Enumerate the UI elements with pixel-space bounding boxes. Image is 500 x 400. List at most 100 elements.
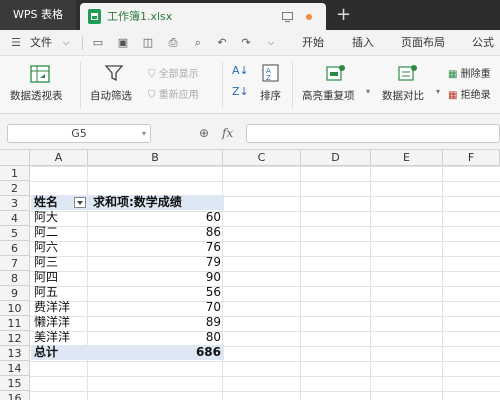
print-preview-icon[interactable]: ⌕ [192, 37, 204, 49]
row-header-13[interactable]: 13 [0, 346, 30, 361]
show-all-button[interactable]: ⛉ 全部显示 [148, 65, 199, 80]
column-header-f[interactable]: F [443, 150, 500, 166]
reject-entry-label: 拒绝录 [460, 90, 491, 101]
remove-duplicates-button[interactable]: ▦ 删除重 [448, 65, 491, 80]
pivot-score-cell[interactable]: 79 [93, 255, 221, 270]
pivot-score-cell[interactable]: 90 [93, 270, 221, 285]
column-header-a[interactable]: A [30, 150, 88, 166]
row-header-7[interactable]: 7 [0, 256, 30, 271]
pivot-name-cell[interactable]: 阿大 [34, 210, 58, 225]
formula-input[interactable] [246, 124, 500, 143]
quick-access-dropdown-icon[interactable]: ⌵ [265, 37, 277, 49]
pivot-table-icon [30, 65, 50, 83]
row-header-14[interactable]: 14 [0, 361, 30, 376]
name-box[interactable]: G5 ▾ [7, 124, 151, 143]
pivot-score-cell[interactable]: 89 [93, 315, 221, 330]
highlight-duplicates-icon [326, 65, 345, 81]
row-header-1[interactable]: 1 [0, 166, 30, 181]
row-header-10[interactable]: 10 [0, 301, 30, 316]
sort-label: 排序 [260, 90, 281, 102]
formula-bar: G5 ▾ ⊕ fx [0, 114, 500, 150]
pivot-total-value[interactable]: 686 [93, 345, 221, 360]
pivot-total-label[interactable]: 总计 [34, 345, 58, 360]
row-header-12[interactable]: 12 [0, 331, 30, 346]
reject-duplicate-entry-button[interactable]: ▦ 拒绝录 [448, 86, 491, 101]
pivot-value-header[interactable]: 求和项:数学成绩 [93, 195, 182, 210]
tab-insert[interactable]: 插入 [352, 30, 374, 56]
pivot-name-cell[interactable]: 阿二 [34, 225, 58, 240]
menu-separator [82, 36, 83, 50]
pivot-name-cell[interactable]: 阿三 [34, 255, 58, 270]
pivot-score-cell[interactable]: 70 [93, 300, 221, 315]
row-header-16[interactable]: 16 [0, 391, 30, 400]
data-ribbon: 数据透视表 自动筛选 ⛉ 全部显示 ⛉ 重新应用 A↓ Z↓ A Z 排序 高亮… [0, 56, 500, 114]
filter-dropdown-icon[interactable] [74, 197, 86, 208]
funnel-reapply-icon: ⛉ [148, 90, 159, 101]
pivot-score-cell[interactable]: 76 [93, 240, 221, 255]
remove-duplicates-label: 删除重 [460, 69, 491, 80]
pivot-score-cell[interactable]: 80 [93, 330, 221, 345]
ribbon-separator [222, 62, 223, 108]
tab-formulas[interactable]: 公式 [472, 30, 494, 56]
row-header-8[interactable]: 8 [0, 271, 30, 286]
export-pdf-icon[interactable]: ◫ [142, 37, 154, 49]
title-bar: WPS 表格 工作簿1.xlsx + [0, 0, 500, 30]
data-compare-icon [398, 65, 417, 81]
undo-icon[interactable]: ↶ [216, 37, 228, 49]
row-header-5[interactable]: 5 [0, 226, 30, 241]
remove-duplicates-icon: ▦ [448, 69, 461, 80]
hamburger-menu-icon[interactable]: ☰ [10, 37, 22, 49]
print-icon[interactable]: ⎙ [167, 37, 179, 49]
column-header-e[interactable]: E [371, 150, 443, 166]
auto-filter-label: 自动筛选 [90, 90, 132, 102]
pivot-score-cell[interactable]: 56 [93, 285, 221, 300]
monitor-icon[interactable] [282, 12, 293, 22]
tab-home[interactable]: 开始 [302, 30, 324, 56]
document-tab-label: 工作簿1.xlsx [107, 10, 173, 23]
spreadsheet-file-icon [88, 9, 101, 24]
redo-icon[interactable]: ↷ [240, 37, 252, 49]
highlight-duplicates-label: 高亮重复项 [302, 90, 355, 102]
column-header-b[interactable]: B [88, 150, 223, 166]
reapply-label: 重新应用 [158, 90, 199, 101]
pivot-name-cell[interactable]: 阿六 [34, 240, 58, 255]
app-tab-wps[interactable]: WPS 表格 [0, 0, 76, 30]
row-header-3[interactable]: 3 [0, 196, 30, 211]
ribbon-separator [80, 62, 81, 108]
chevron-down-icon[interactable]: ▾ [142, 125, 146, 142]
row-header-4[interactable]: 4 [0, 211, 30, 226]
row-header-11[interactable]: 11 [0, 316, 30, 331]
sort-descending-icon: Z↓ [232, 85, 249, 98]
save-icon[interactable]: ▣ [117, 37, 129, 49]
row-header-9[interactable]: 9 [0, 286, 30, 301]
column-header-c[interactable]: C [223, 150, 301, 166]
fx-button[interactable]: fx [222, 124, 233, 142]
file-menu[interactable]: 文件 [30, 30, 52, 56]
chevron-down-icon[interactable]: ⌵ [60, 37, 72, 49]
column-header-d[interactable]: D [301, 150, 371, 166]
document-tab[interactable]: 工作簿1.xlsx [80, 3, 326, 30]
sort-ascending-icon: A↓ [232, 64, 249, 77]
pivot-row-header[interactable]: 姓名 [34, 195, 58, 210]
open-folder-icon[interactable]: ▭ [92, 37, 104, 49]
menu-bar: ☰ 文件 ⌵ ▭ ▣ ◫ ⎙ ⌕ ↶ ↷ ⌵ 开始 插入 页面布局 公式 [0, 30, 500, 56]
svg-text:Z: Z [266, 74, 271, 82]
row-header-15[interactable]: 15 [0, 376, 30, 391]
unsaved-dot-icon[interactable] [306, 14, 312, 20]
new-tab-button[interactable]: + [336, 4, 351, 26]
pivot-name-cell[interactable]: 阿四 [34, 270, 58, 285]
pivot-name-cell[interactable]: 费洋洋 [34, 300, 70, 315]
data-compare-label: 数据对比 [382, 90, 424, 102]
pivot-name-cell[interactable]: 阿五 [34, 285, 58, 300]
zoom-search-icon[interactable]: ⊕ [199, 124, 209, 142]
pivot-name-cell[interactable]: 美洋洋 [34, 330, 70, 345]
pivot-name-cell[interactable]: 懒洋洋 [34, 315, 70, 330]
select-all-corner[interactable] [0, 150, 30, 166]
pivot-score-cell[interactable]: 60 [93, 210, 221, 225]
tab-page-layout[interactable]: 页面布局 [401, 30, 445, 56]
chevron-down-icon: ▾ [436, 87, 441, 96]
reapply-button[interactable]: ⛉ 重新应用 [148, 86, 199, 101]
row-header-6[interactable]: 6 [0, 241, 30, 256]
row-header-2[interactable]: 2 [0, 181, 30, 196]
pivot-score-cell[interactable]: 86 [93, 225, 221, 240]
